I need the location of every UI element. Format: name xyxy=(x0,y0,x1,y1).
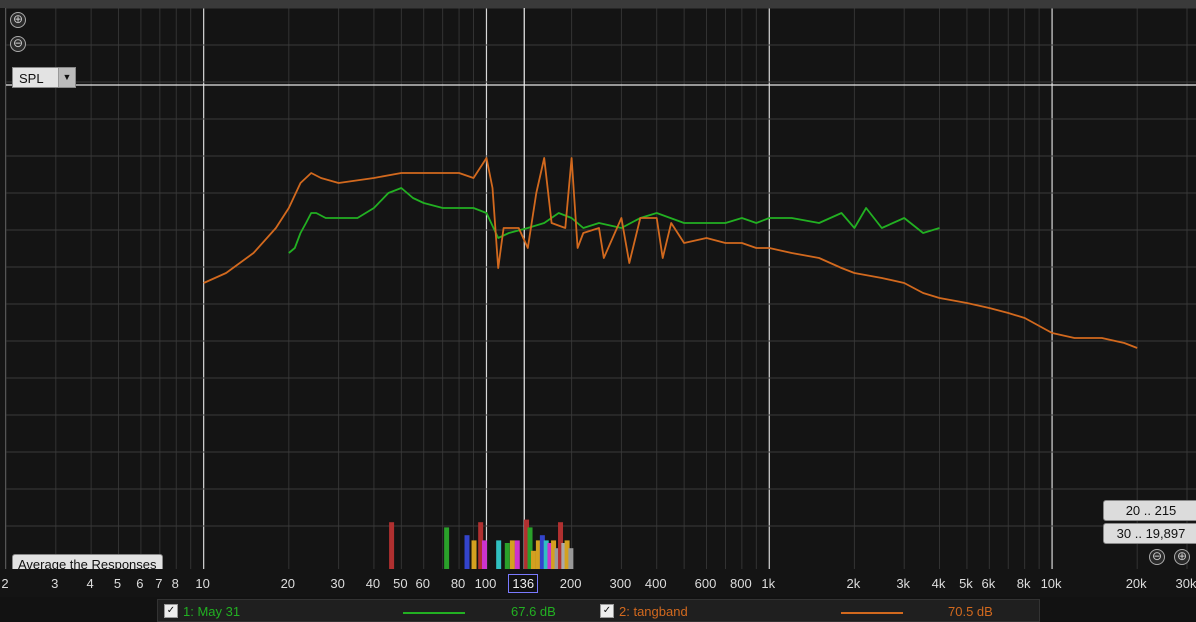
top-bar xyxy=(0,0,1196,8)
chevron-down-icon: ▼ xyxy=(58,68,75,87)
legend-line-2 xyxy=(841,612,903,614)
series-line-1 xyxy=(288,187,940,254)
legend-label-1: 1: May 31 xyxy=(183,604,241,619)
event-bar xyxy=(496,540,502,569)
event-bar xyxy=(464,535,470,569)
series-line-2 xyxy=(203,157,1138,349)
axis-tick-label: 60 xyxy=(415,576,430,591)
bottom-zoom-out-icon[interactable]: ⊖ xyxy=(1149,549,1165,565)
zoom-out-icon[interactable]: ⊖ xyxy=(10,36,26,52)
axis-tick-label: 20 xyxy=(280,576,296,591)
range-high-button[interactable]: 30 .. 19,897 xyxy=(1103,523,1196,544)
axis-tick-label: 600 xyxy=(694,576,717,591)
display-mode-value: SPL xyxy=(19,71,44,86)
axis-tick-label: 5k xyxy=(959,576,973,591)
event-bar xyxy=(471,540,477,569)
axis-tick-label: 40 xyxy=(365,576,381,591)
axis-tick-label: 2 xyxy=(1,576,9,591)
axis-tick-label: 20k xyxy=(1125,576,1147,591)
legend-checkbox-1[interactable]: ✓ xyxy=(164,604,178,618)
axis-tick-label: 800 xyxy=(730,576,752,591)
event-bar xyxy=(568,548,574,569)
event-bar xyxy=(530,550,536,569)
axis-tick-label: 7 xyxy=(155,576,163,591)
axis-tick-label: 5 xyxy=(113,576,122,591)
legend-value-2: 70.5 dB xyxy=(948,604,993,619)
axis-tick-label: 6k xyxy=(981,576,996,591)
response-chart xyxy=(6,8,1196,569)
axis-tick-label: 4 xyxy=(86,576,94,591)
display-mode-select[interactable]: SPL ▼ xyxy=(12,67,76,88)
event-bar xyxy=(504,543,510,569)
cursor-frequency-label[interactable]: 136 xyxy=(508,574,539,593)
axis-tick-label: 50 xyxy=(393,576,408,591)
axis-tick-label: 100 xyxy=(474,576,497,591)
legend-line-1 xyxy=(403,612,465,614)
axis-tick-label: 3k xyxy=(896,576,911,591)
axis-tick-label: 8k xyxy=(1016,576,1031,591)
event-bar xyxy=(444,527,450,569)
frequency-axis: 2 3 4 5 6 7 8 10 20 30 40 50 60 80 100 200 300 400 600 800 1… xyxy=(0,569,1196,597)
axis-tick-label: 200 xyxy=(559,576,582,591)
axis-tick-label: 8 xyxy=(171,576,179,591)
axis-tick-label: 30k xyxy=(1175,576,1196,591)
legend-panel: ✓ 1: May 31 67.6 dB ✓ 2: tangband 70.5 d… xyxy=(157,599,1040,622)
axis-tick-label: 6 xyxy=(136,576,144,591)
event-bar xyxy=(514,540,520,569)
bottom-zoom-in-icon[interactable]: ⊕ xyxy=(1174,549,1190,565)
axis-tick-label: 2k xyxy=(846,576,861,591)
legend-label-2: 2: tangband xyxy=(619,604,688,619)
axis-tick-label: 30 xyxy=(330,576,345,591)
range-low-button[interactable]: 20 .. 215 xyxy=(1103,500,1196,521)
axis-tick-label: 10 xyxy=(195,576,210,591)
axis-tick-label: 4k xyxy=(931,576,946,591)
legend-value-1: 67.6 dB xyxy=(511,604,556,619)
axis-tick-label: 300 xyxy=(609,576,632,591)
zoom-in-icon[interactable]: ⊕ xyxy=(10,12,26,28)
event-bar xyxy=(509,540,515,569)
legend-bar: ✓ 1: May 31 67.6 dB ✓ 2: tangband 70.5 d… xyxy=(0,597,1196,622)
average-responses-button[interactable]: Average the Responses xyxy=(12,554,163,569)
event-bar xyxy=(481,540,487,569)
axis-tick-label: 1k xyxy=(761,576,776,591)
axis-tick-label: 10k xyxy=(1040,576,1062,591)
event-bar xyxy=(389,522,395,569)
frequency-response-plot[interactable]: ⊕ ⊖ SPL ▼ Average the Responses 20 .. 21… xyxy=(5,8,1196,569)
axis-tick-label: 400 xyxy=(644,576,667,591)
legend-checkbox-2[interactable]: ✓ xyxy=(600,604,614,618)
axis-tick-label: 3 xyxy=(51,576,59,591)
axis-tick-label: 80 xyxy=(450,576,466,591)
